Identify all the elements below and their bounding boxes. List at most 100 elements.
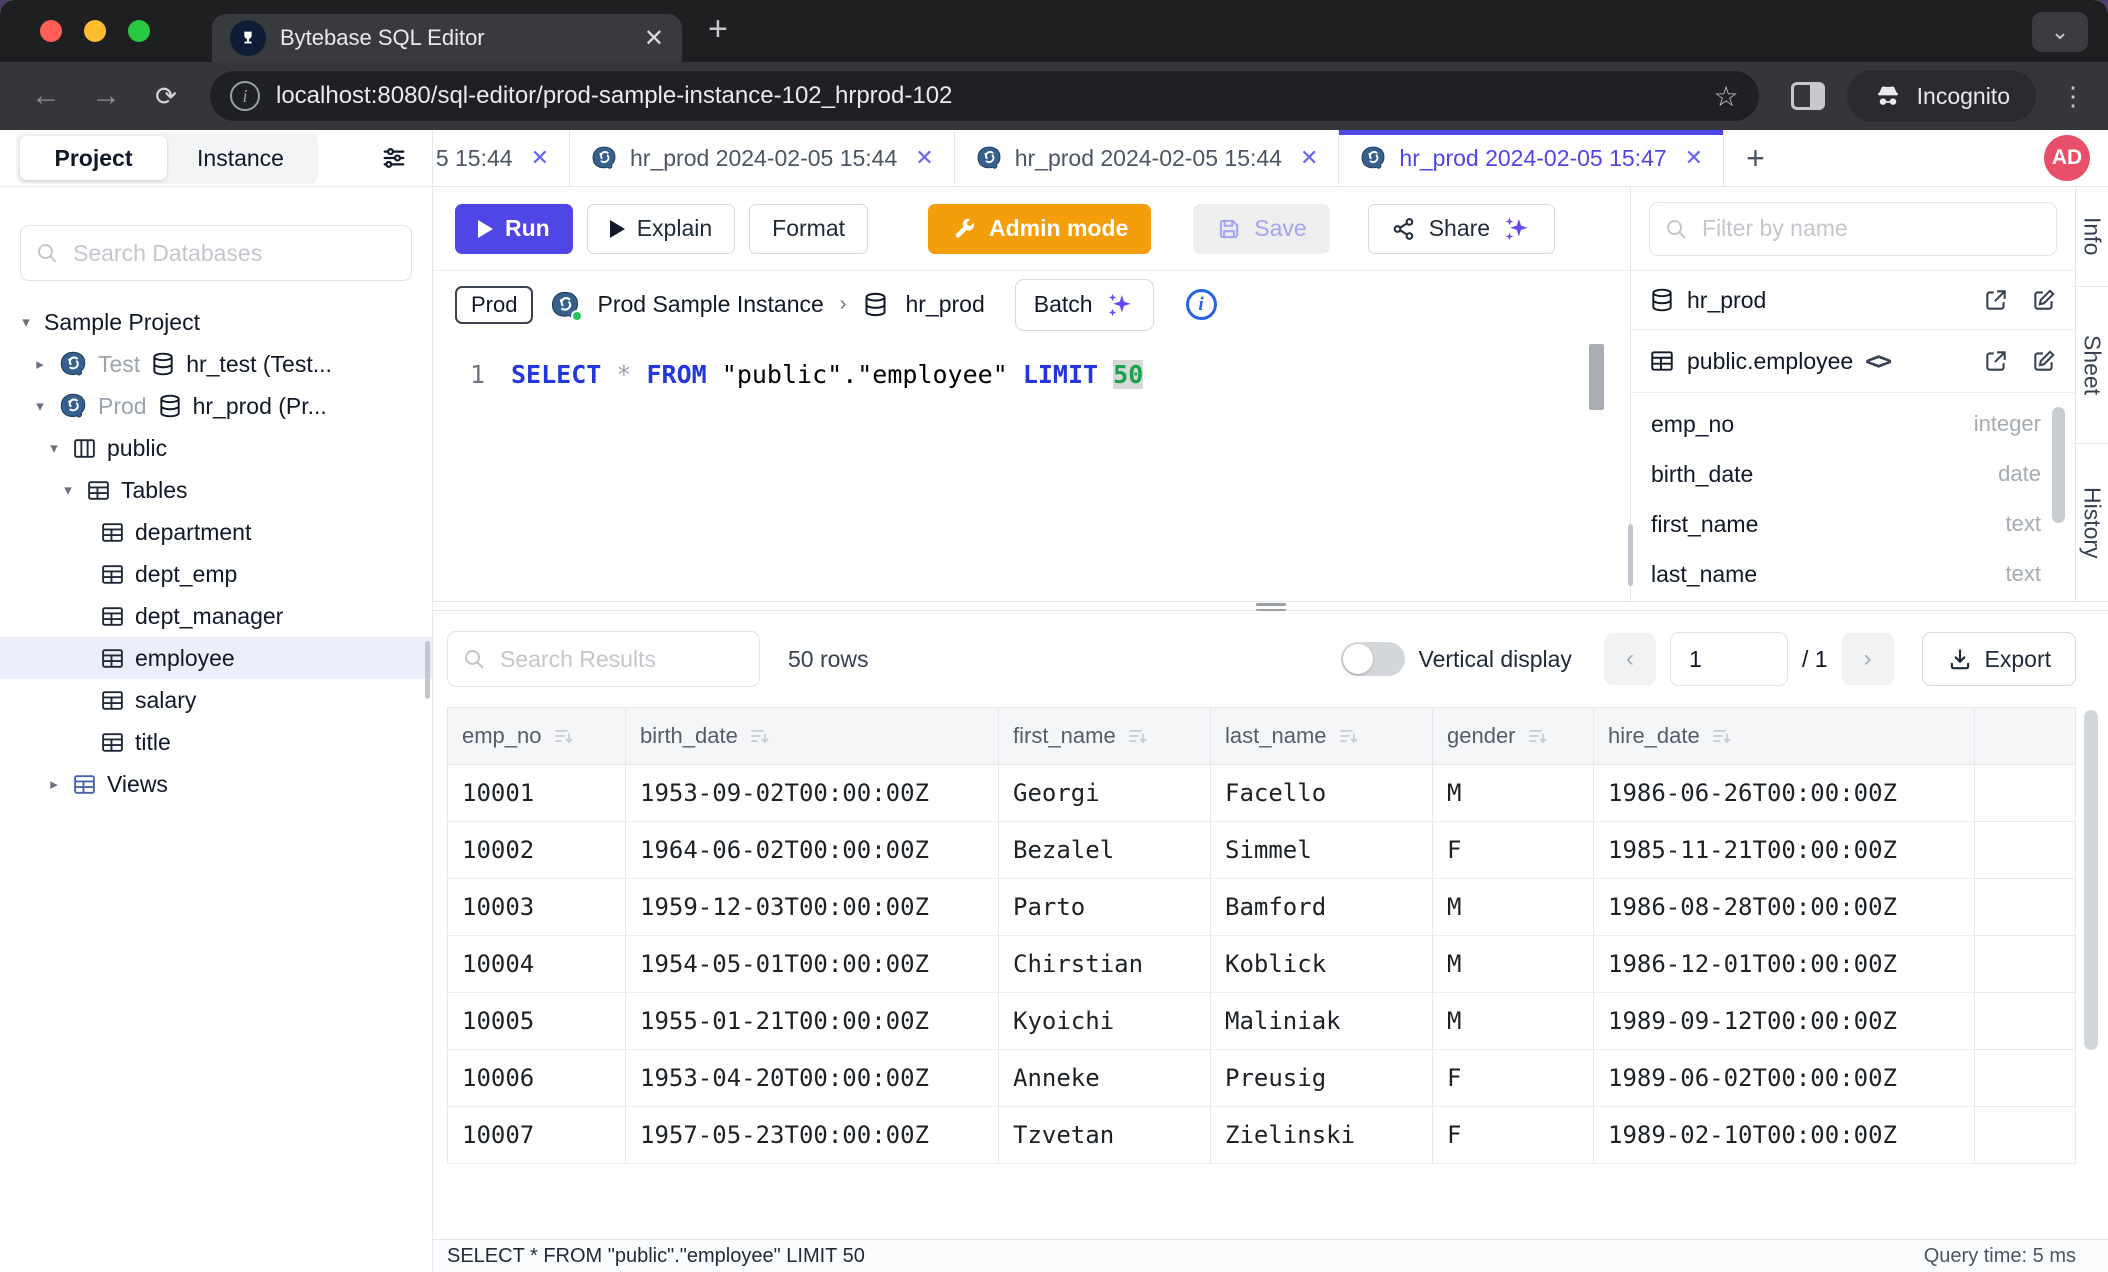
sort-icon[interactable] — [1526, 726, 1548, 746]
user-avatar[interactable]: AD — [2044, 135, 2090, 181]
sort-icon[interactable] — [1337, 726, 1359, 746]
sidebar-resize-handle[interactable] — [425, 641, 430, 699]
vertical-display-toggle[interactable] — [1341, 642, 1405, 676]
table-row[interactable]: 100011953-09-02T00:00:00ZGeorgiFacelloM1… — [448, 765, 2076, 822]
close-window-button[interactable] — [40, 20, 62, 42]
caret-down-icon[interactable]: ▾ — [46, 439, 62, 457]
new-query-tab-button[interactable]: + — [1724, 130, 1787, 186]
tab-history[interactable]: History — [2076, 444, 2108, 601]
tab-close-icon[interactable]: ✕ — [531, 145, 549, 171]
editor-tab-1[interactable]: 5 15:44 ✕ — [433, 130, 570, 186]
search-results-input[interactable] — [498, 645, 745, 674]
open-external-icon[interactable] — [1983, 287, 2009, 313]
tab-sheet[interactable]: Sheet — [2076, 287, 2108, 444]
edit-icon[interactable] — [2031, 348, 2057, 374]
tab-project[interactable]: Project — [20, 136, 167, 180]
next-page-button[interactable]: › — [1842, 633, 1894, 685]
reload-icon[interactable]: ⟳ — [140, 81, 192, 112]
view-schema-code-icon[interactable]: <> — [1865, 347, 1890, 375]
tab-search-chevron-button[interactable]: ⌄ — [2032, 12, 2088, 52]
sort-icon[interactable] — [1710, 726, 1732, 746]
browser-tab-close-icon[interactable]: ✕ — [644, 24, 664, 53]
column-row[interactable]: birth_date date — [1651, 449, 2041, 499]
tab-close-icon[interactable]: ✕ — [1300, 145, 1318, 171]
tab-close-icon[interactable]: ✕ — [915, 145, 933, 171]
editor-scrollbar[interactable] — [1589, 344, 1604, 410]
caret-down-icon[interactable]: ▾ — [18, 313, 34, 331]
filter-box[interactable] — [1649, 202, 2057, 256]
table-row[interactable]: 100051955-01-21T00:00:00ZKyoichiMaliniak… — [448, 993, 2076, 1050]
column-row[interactable]: emp_no integer — [1651, 399, 2041, 449]
col-header-first-name[interactable]: first_name — [999, 708, 1211, 765]
share-button[interactable]: Share — [1368, 204, 1555, 254]
save-button[interactable]: Save — [1193, 204, 1329, 254]
forward-icon[interactable]: → — [80, 79, 132, 113]
tree-node-hr-test[interactable]: ▸ Test hr_test (Test... — [0, 343, 432, 385]
explain-button[interactable]: Explain — [587, 204, 735, 254]
schema-database-row[interactable]: hr_prod — [1631, 271, 2075, 330]
format-button[interactable]: Format — [749, 204, 868, 254]
table-row[interactable]: 100021964-06-02T00:00:00ZBezalelSimmelF1… — [448, 822, 2076, 879]
tree-node-table-department[interactable]: department — [0, 511, 432, 553]
connection-info-icon[interactable]: i — [1186, 289, 1217, 320]
sort-icon[interactable] — [748, 726, 770, 746]
url-text[interactable]: localhost:8080/sql-editor/prod-sample-in… — [276, 82, 1698, 110]
col-header-emp-no[interactable]: emp_no — [448, 708, 626, 765]
sort-icon[interactable] — [552, 726, 574, 746]
tree-settings-icon[interactable] — [380, 144, 408, 172]
table-row[interactable]: 100041954-05-01T00:00:00ZChirstianKoblic… — [448, 936, 2076, 993]
col-header-birth-date[interactable]: birth_date — [626, 708, 999, 765]
col-header-hire-date[interactable]: hire_date — [1594, 708, 1975, 765]
open-external-icon[interactable] — [1983, 348, 2009, 374]
sql-line-1[interactable]: 1 SELECT * FROM "public"."employee" LIMI… — [433, 354, 1630, 396]
sort-icon[interactable] — [1126, 726, 1148, 746]
schema-table-row[interactable]: public.employee <> — [1631, 330, 2075, 393]
minimize-window-button[interactable] — [84, 20, 106, 42]
col-header-gender[interactable]: gender — [1433, 708, 1594, 765]
side-panel-icon[interactable] — [1791, 82, 1825, 110]
column-row[interactable]: first_name text — [1651, 499, 2041, 549]
admin-mode-button[interactable]: Admin mode — [928, 204, 1151, 254]
site-info-icon[interactable]: i — [230, 81, 260, 111]
caret-right-icon[interactable]: ▸ — [32, 355, 48, 373]
table-row[interactable]: 100071957-05-23T00:00:00ZTzvetanZielinsk… — [448, 1107, 2076, 1164]
table-row[interactable]: 100031959-12-03T00:00:00ZPartoBamfordM19… — [448, 879, 2076, 936]
tree-node-table-dept-emp[interactable]: dept_emp — [0, 553, 432, 595]
tree-node-table-employee-selected[interactable]: employee — [0, 637, 432, 679]
tree-node-table-salary[interactable]: salary — [0, 679, 432, 721]
back-icon[interactable]: ← — [20, 79, 72, 113]
caret-down-icon[interactable]: ▾ — [60, 481, 76, 499]
tree-node-tables-group[interactable]: ▾ Tables — [0, 469, 432, 511]
database-search-input[interactable] — [71, 239, 397, 268]
editor-tab-4-active[interactable]: hr_prod 2024-02-05 15:47 ✕ — [1339, 130, 1724, 186]
tab-info[interactable]: Info — [2076, 187, 2108, 287]
filter-by-name-input[interactable] — [1700, 214, 2042, 243]
edit-icon[interactable] — [2031, 287, 2057, 313]
tree-node-schema-public[interactable]: ▾ public — [0, 427, 432, 469]
tab-close-icon[interactable]: ✕ — [1685, 145, 1703, 171]
database-search-box[interactable] — [20, 225, 412, 281]
results-search-box[interactable] — [447, 631, 760, 687]
caret-right-icon[interactable]: ▸ — [46, 775, 62, 793]
run-button[interactable]: Run — [455, 204, 573, 254]
browser-tab[interactable]: Bytebase SQL Editor ✕ — [212, 14, 682, 62]
tree-node-hr-prod[interactable]: ▾ Prod hr_prod (Pr... — [0, 385, 432, 427]
tree-node-views-group[interactable]: ▸ Views — [0, 763, 432, 805]
table-row[interactable]: 100061953-04-20T00:00:00ZAnnekePreusigF1… — [448, 1050, 2076, 1107]
browser-new-tab-button[interactable]: + — [708, 10, 728, 49]
editor-tab-2[interactable]: hr_prod 2024-02-05 15:44 ✕ — [570, 130, 955, 186]
tree-node-table-dept-manager[interactable]: dept_manager — [0, 595, 432, 637]
browser-menu-icon[interactable]: ⋮ — [2058, 81, 2088, 112]
tree-node-project[interactable]: ▾ Sample Project — [0, 301, 432, 343]
col-header-last-name[interactable]: last_name — [1211, 708, 1433, 765]
sql-editor[interactable]: 1 SELECT * FROM "public"."employee" LIMI… — [433, 338, 1630, 601]
database-name[interactable]: hr_prod — [905, 291, 984, 318]
batch-button[interactable]: Batch — [1015, 279, 1154, 331]
instance-name[interactable]: Prod Sample Instance — [597, 291, 823, 318]
page-number-input[interactable] — [1670, 632, 1788, 686]
results-scrollbar[interactable] — [2084, 710, 2098, 1050]
bookmark-star-icon[interactable]: ☆ — [1714, 80, 1739, 113]
export-button[interactable]: Export — [1922, 632, 2076, 686]
horizontal-splitter[interactable] — [433, 601, 2108, 611]
column-list-scrollbar[interactable] — [2052, 407, 2065, 523]
